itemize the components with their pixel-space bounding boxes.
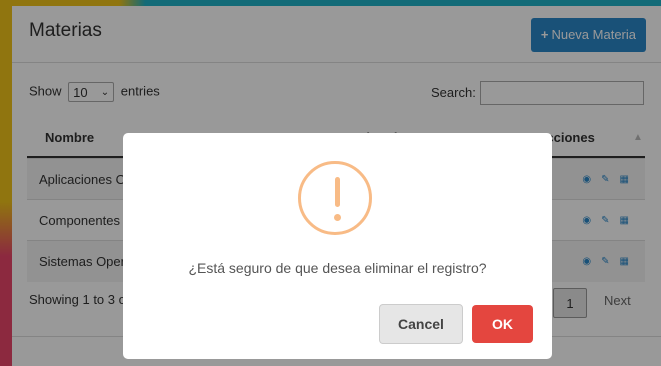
cancel-button[interactable]: Cancel (379, 304, 463, 344)
warning-icon-dot (334, 214, 341, 221)
warning-icon (298, 161, 372, 235)
ok-button[interactable]: OK (472, 305, 533, 343)
confirm-delete-dialog: ¿Está seguro de que desea eliminar el re… (123, 133, 552, 359)
dialog-message: ¿Está seguro de que desea eliminar el re… (188, 260, 487, 276)
warning-icon-bar (335, 177, 340, 207)
